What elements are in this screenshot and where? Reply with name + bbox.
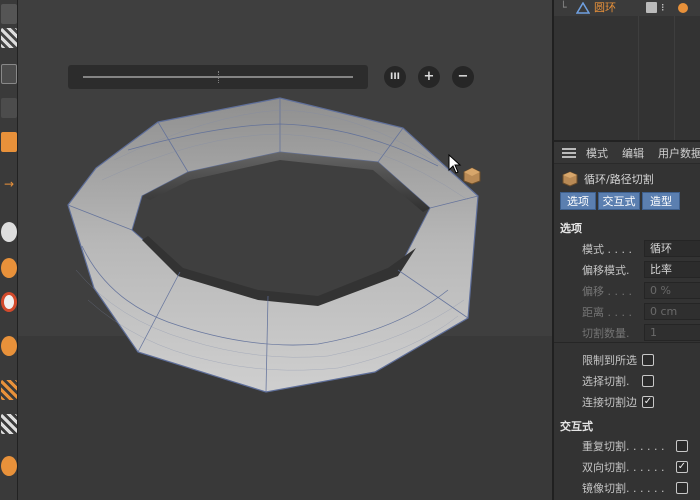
option-value-field[interactable]: 0 cm	[644, 303, 700, 320]
checker-texture-icon[interactable]	[1, 28, 17, 48]
hamburger-menu-icon[interactable]	[562, 148, 576, 158]
3d-viewport[interactable]: III + −	[18, 0, 552, 500]
deform-icon[interactable]	[1, 336, 17, 356]
checkbox-label: 连接切割边	[582, 396, 637, 409]
cube-wire-icon[interactable]	[1, 64, 17, 84]
tag-icon[interactable]	[678, 3, 688, 13]
target-icon[interactable]	[1, 292, 17, 312]
option-value-field[interactable]: 比率	[644, 261, 700, 278]
spiral-icon[interactable]	[1, 456, 17, 476]
divider	[554, 342, 700, 343]
visibility-dots-icon[interactable]: ⁝	[661, 0, 665, 16]
checkbox[interactable]	[642, 354, 654, 366]
object-row-torus[interactable]: └ 圆环 ⁝	[554, 0, 700, 16]
cube-outline-icon[interactable]	[1, 98, 17, 118]
checkbox[interactable]: ✓	[676, 461, 688, 473]
tab-interactive[interactable]: 交互式	[598, 192, 640, 210]
loop-cut-tool-icon	[562, 171, 578, 187]
column-divider	[638, 16, 639, 140]
option-label: 偏移模式.	[582, 264, 630, 277]
arrow-icon[interactable]: →	[1, 174, 17, 194]
option-label: 距离 . . . .	[582, 306, 632, 319]
orange-circle-icon[interactable]	[1, 258, 17, 278]
tab-modeling[interactable]: 造型	[642, 192, 680, 210]
checkbox-label: 重复切割. . . . . .	[582, 440, 665, 453]
torus-mesh[interactable]	[18, 0, 552, 500]
checkbox-label: 选择切割.	[582, 375, 630, 388]
attribute-manager-panel: 模式 编辑 用户数据 循环/路径切割 选项 交互式 造型 选项 交互式 模式 .…	[552, 140, 700, 500]
section-interactive: 交互式	[560, 420, 593, 433]
cube-solid-icon[interactable]	[1, 132, 17, 152]
grid-orange-icon[interactable]	[1, 380, 17, 400]
tool-title-row: 循环/路径切割	[554, 169, 700, 187]
menu-edit[interactable]: 编辑	[622, 145, 644, 161]
menu-user-data[interactable]: 用户数据	[658, 145, 700, 161]
left-toolbar: →	[0, 0, 18, 500]
checkbox-label: 镜像切割. . . . . .	[582, 482, 665, 495]
checkbox-label: 双向切割. . . . . .	[582, 461, 665, 474]
tab-options[interactable]: 选项	[560, 192, 596, 210]
option-value-field[interactable]: 0 %	[644, 282, 700, 299]
tool-icon-1[interactable]	[1, 4, 17, 24]
attribute-menubar: 模式 编辑 用户数据	[554, 142, 700, 164]
box-tool-icon	[463, 167, 481, 185]
torus-object-icon	[576, 2, 590, 14]
mouse-cursor-icon	[448, 154, 462, 174]
tool-title: 循环/路径切割	[584, 173, 654, 186]
menu-mode[interactable]: 模式	[586, 145, 608, 161]
option-value-field[interactable]: 循环	[644, 240, 700, 257]
render-toggle-icon[interactable]	[646, 2, 657, 13]
option-value-field[interactable]: 1	[644, 324, 700, 341]
checkbox[interactable]	[676, 482, 688, 494]
object-name[interactable]: 圆环	[594, 0, 616, 16]
column-divider	[674, 16, 675, 140]
grid-white-icon[interactable]	[1, 414, 17, 434]
sphere-icon[interactable]	[1, 222, 17, 242]
option-label: 偏移 . . . .	[582, 285, 632, 298]
checkbox[interactable]	[676, 440, 688, 452]
checkbox[interactable]	[642, 375, 654, 387]
section-options: 选项	[560, 222, 582, 235]
checkbox[interactable]: ✓	[642, 396, 654, 408]
checkbox-label: 限制到所选	[582, 354, 637, 367]
option-label: 模式 . . . .	[582, 243, 632, 256]
tree-branch-icon: └	[560, 1, 567, 14]
object-manager-panel: └ 圆环 ⁝	[552, 0, 700, 140]
option-label: 切割数量.	[582, 327, 630, 340]
